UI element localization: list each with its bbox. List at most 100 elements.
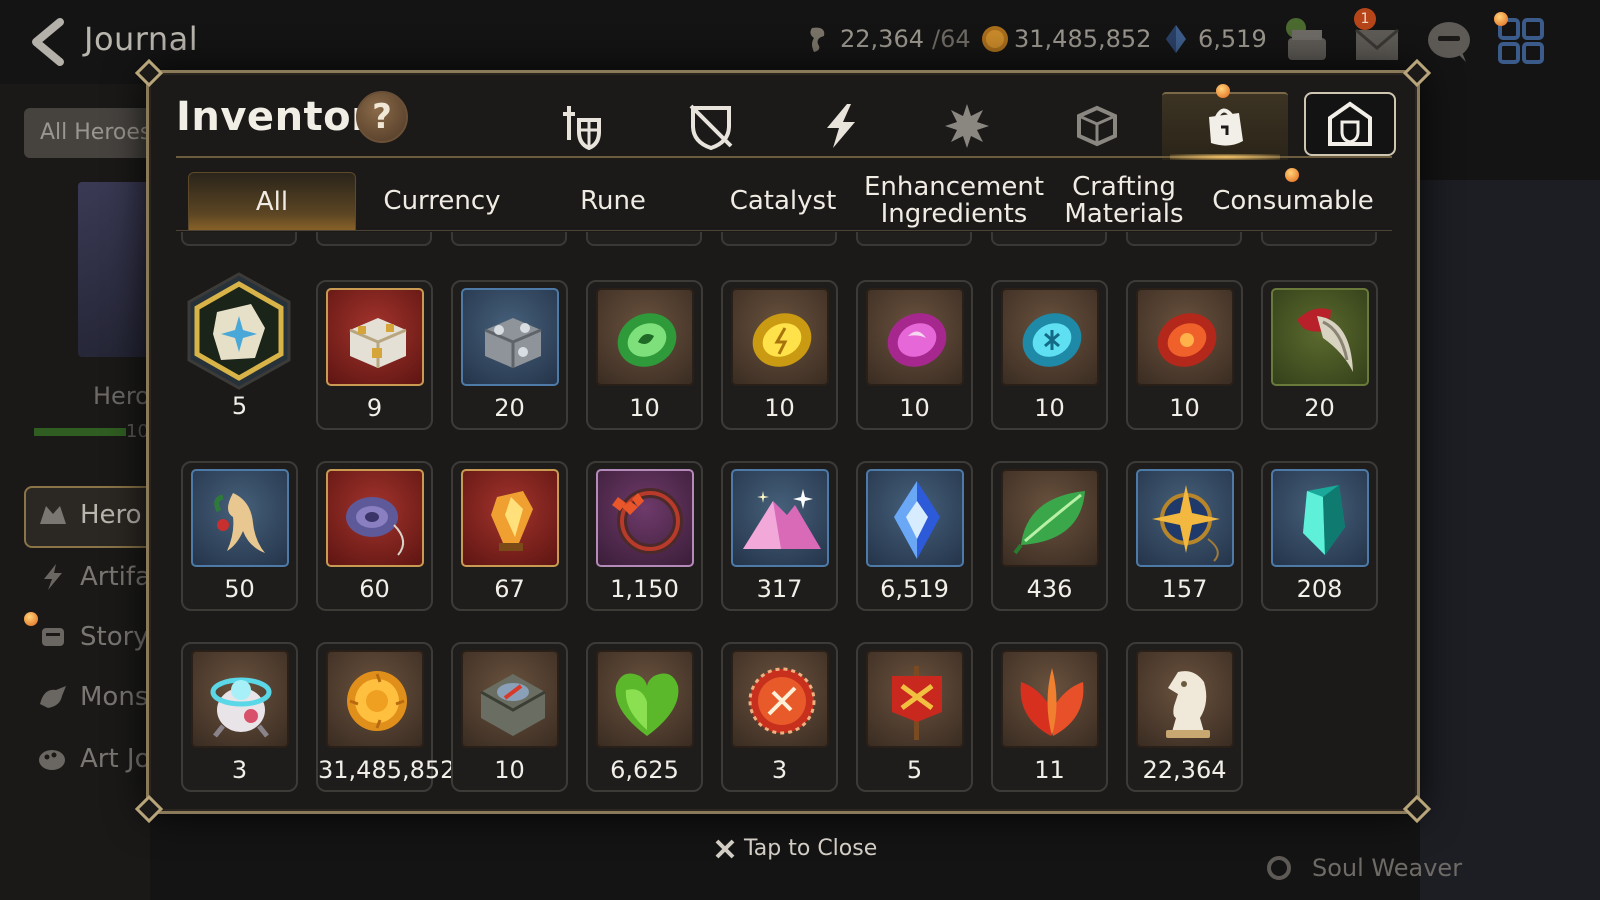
- star-compass-icon: [1136, 469, 1234, 567]
- battle-banner-icon: [866, 650, 964, 748]
- lightning-icon: [827, 104, 855, 148]
- serpent-charm-icon: [326, 469, 424, 567]
- hero-journal-icon: [36, 500, 70, 530]
- item-quantity: 20: [494, 394, 525, 422]
- item-slot[interactable]: 317: [721, 461, 838, 611]
- skystone-counter[interactable]: 6,519: [1164, 24, 1267, 54]
- item-slot[interactable]: 50: [181, 461, 298, 611]
- item-slot[interactable]: 10: [1126, 280, 1243, 430]
- item-slot[interactable]: 157: [1126, 461, 1243, 611]
- item-quantity: 9: [366, 394, 383, 422]
- item-slot[interactable]: 1,150: [586, 461, 703, 611]
- sidebar-item-story[interactable]: Story: [36, 622, 149, 652]
- tab-materials[interactable]: [1060, 94, 1134, 158]
- close-hint[interactable]: Tap to Close: [714, 836, 877, 861]
- fire-leaf-icon: [1001, 650, 1099, 748]
- tab-unequipped[interactable]: [674, 94, 748, 158]
- subtab-catalyst[interactable]: Catalyst: [704, 172, 862, 230]
- subtab-all[interactable]: All: [188, 172, 356, 231]
- item-slot[interactable]: 6,625: [586, 642, 703, 792]
- item-quantity: 157: [1161, 575, 1208, 603]
- item-slot[interactable]: 10: [721, 280, 838, 430]
- item-slot[interactable]: 60: [316, 461, 433, 611]
- back-arrow-icon[interactable]: [22, 14, 74, 70]
- partial-item-slot: [1261, 232, 1377, 246]
- help-button[interactable]: ?: [356, 91, 408, 143]
- tab-consumable[interactable]: [1162, 92, 1288, 160]
- red-rune-icon: [1136, 288, 1234, 386]
- green-rune-icon: [596, 288, 694, 386]
- stamina-max: /64: [931, 25, 971, 53]
- item-slot[interactable]: 6,519: [856, 461, 973, 611]
- subtab-currency[interactable]: Currency: [362, 172, 522, 230]
- stamina-counter[interactable]: 22,364/64: [806, 24, 971, 54]
- teal-crystal-icon: [1271, 469, 1369, 567]
- item-slot[interactable]: 31,485,852: [316, 642, 456, 792]
- item-quantity: 22,364: [1142, 756, 1227, 784]
- item-slot[interactable]: 22,364: [1126, 642, 1243, 792]
- page-title: Journal: [84, 20, 199, 58]
- item-slot[interactable]: 67: [451, 461, 568, 611]
- menu-notification-dot: [1494, 12, 1508, 26]
- item-slot[interactable]: 9: [316, 280, 433, 430]
- all-heroes-filter[interactable]: All Heroes: [24, 108, 164, 158]
- item-slot[interactable]: 20: [451, 280, 568, 430]
- gold-coin-icon: [980, 24, 1008, 54]
- subtab-divider: [176, 230, 1392, 231]
- item-quantity: 10: [764, 394, 795, 422]
- event-gift-icon[interactable]: [1282, 16, 1332, 66]
- right-panel: [1420, 180, 1600, 900]
- lightning-icon: [36, 562, 70, 592]
- item-slot[interactable]: 3: [181, 642, 298, 792]
- item-slot[interactable]: 10: [856, 280, 973, 430]
- item-slot[interactable]: 5: [856, 642, 973, 792]
- item-quantity: 20: [1304, 394, 1335, 422]
- gold-counter[interactable]: 31,485,852: [980, 24, 1151, 54]
- item-slot[interactable]: 10: [991, 280, 1108, 430]
- ginseng-root-icon: [191, 469, 289, 567]
- active-tab-glow: [1170, 154, 1280, 160]
- item-slot[interactable]: 10: [451, 642, 568, 792]
- subtab-enhancement-ingredients[interactable]: Enhancement Ingredients: [864, 172, 1044, 230]
- sidebar-item-art-journal[interactable]: Art Jo: [36, 744, 151, 774]
- item-slot[interactable]: 11: [991, 642, 1108, 792]
- material-box-icon: [1077, 105, 1117, 147]
- inventory-grid[interactable]: 5 9 20 10 10 10 10 10 20 50 60 67 1,150 …: [180, 232, 1380, 804]
- stardust-pile-icon: [731, 469, 829, 567]
- item-quantity: 31,485,852: [318, 756, 456, 784]
- item-quantity: 1,150: [610, 575, 679, 603]
- sidebar-item-hero[interactable]: Hero J: [36, 500, 158, 530]
- item-quantity: 67: [494, 575, 525, 603]
- subtab-rune[interactable]: Rune: [536, 172, 690, 230]
- item-slot[interactable]: 3: [721, 642, 838, 792]
- tab-equipment[interactable]: [544, 94, 618, 158]
- equipment-icon: [563, 106, 601, 151]
- stamina-icon: [806, 24, 832, 54]
- sidebar-label: Story: [80, 622, 149, 652]
- star-shard-hexagon-icon: [187, 272, 291, 390]
- sidebar-item-artifact[interactable]: Artifa: [36, 562, 151, 592]
- menu-grid-icon[interactable]: [1494, 12, 1546, 66]
- sidebar-item-monster[interactable]: Mons: [36, 682, 148, 712]
- item-slot[interactable]: 20: [1261, 280, 1378, 430]
- subtab-crafting-materials[interactable]: Crafting Materials: [1048, 172, 1200, 230]
- item-slot[interactable]: 5: [181, 272, 298, 430]
- scrolled-row: [180, 232, 1380, 248]
- item-quantity: 50: [224, 575, 255, 603]
- partial-item-slot: [316, 232, 432, 246]
- item-slot[interactable]: 10: [586, 280, 703, 430]
- item-slot[interactable]: 436: [991, 461, 1108, 611]
- sidebar-label: Mons: [80, 682, 149, 712]
- tab-artifact[interactable]: [804, 94, 878, 158]
- item-slot[interactable]: 208: [1261, 461, 1378, 611]
- flame-crystal-icon: [461, 469, 559, 567]
- gold-coin-icon: [326, 650, 424, 748]
- item-quantity: 3: [771, 756, 788, 784]
- skystone-crystal-icon: [866, 469, 964, 567]
- consumable-bag-icon: [1209, 108, 1243, 146]
- chat-icon[interactable]: [1424, 16, 1474, 66]
- tab-spirit[interactable]: [930, 94, 1004, 158]
- mail-icon[interactable]: 1: [1352, 8, 1402, 66]
- chess-knight-icon: [1136, 650, 1234, 748]
- tab-storage[interactable]: [1304, 92, 1396, 156]
